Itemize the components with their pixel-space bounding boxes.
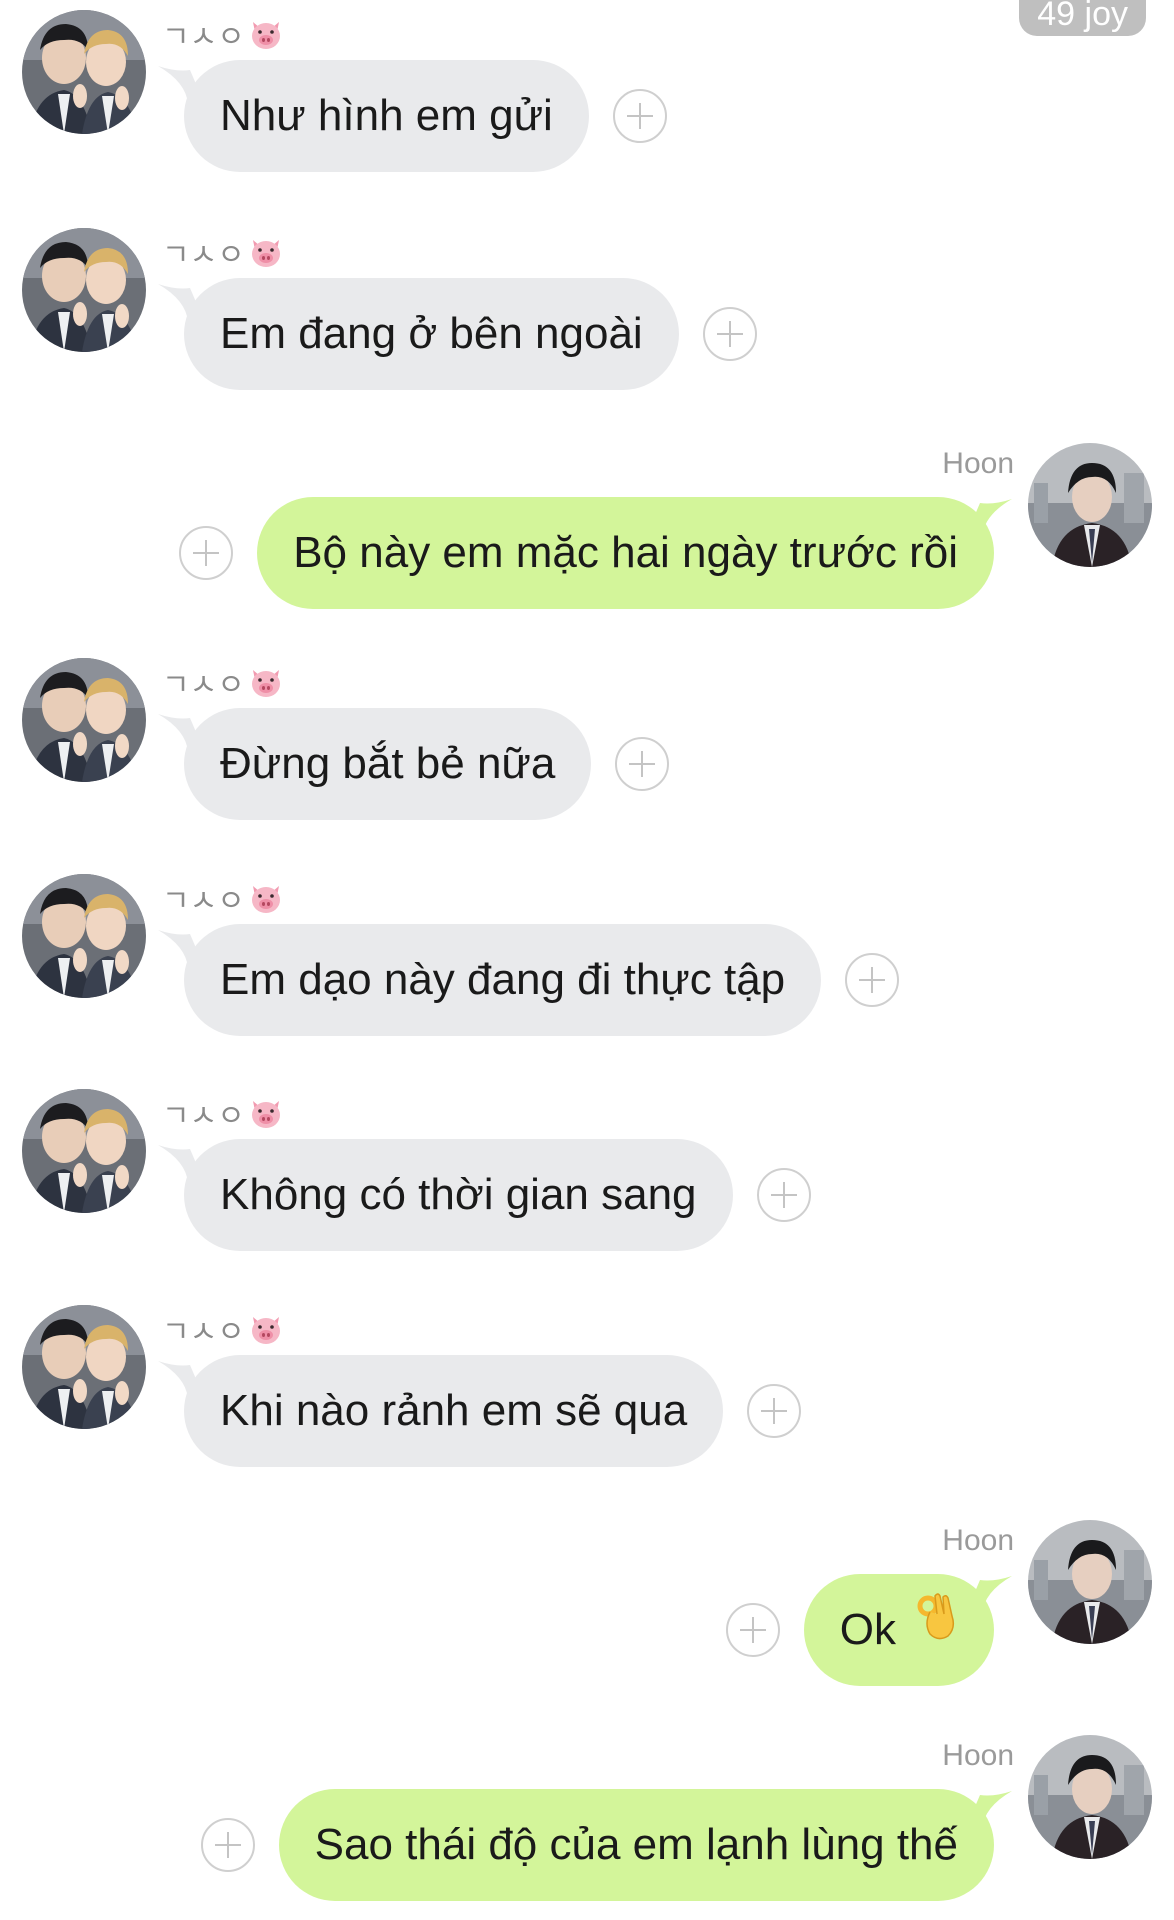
avatar-other[interactable] [22, 10, 146, 134]
ok-hand-icon [914, 1572, 958, 1684]
message-bubble[interactable]: Em đang ở bên ngoài [184, 278, 679, 390]
sender-name: ㄱㅅㅇ [162, 12, 283, 59]
add-reaction-icon[interactable] [747, 1384, 801, 1438]
sender-name: ㄱㅅㅇ [162, 876, 283, 923]
sender-name: ㄱㅅㅇ [162, 1091, 283, 1138]
pig-face-icon [249, 667, 283, 707]
message-row: Hoon Ok [0, 1520, 1174, 1690]
message-bubble[interactable]: Sao thái độ của em lạnh lùng thế [278, 1789, 994, 1901]
sender-name: Hoon [942, 447, 1014, 480]
pig-face-icon [249, 883, 283, 923]
sender-name: Hoon [942, 1739, 1014, 1772]
chat-view: 49 joy ㄱㅅㅇ Như hình em gửi ㄱㅅㅇ Em đang ở… [0, 0, 1174, 1920]
message-row: Hoon Sao thái độ của em lạnh lùng thế [0, 1735, 1174, 1905]
message-bubble[interactable]: Ok [803, 1572, 994, 1686]
add-reaction-icon[interactable] [615, 737, 669, 791]
avatar-self[interactable] [1028, 1520, 1152, 1644]
add-reaction-icon[interactable] [726, 1603, 780, 1657]
avatar-other[interactable] [22, 1089, 146, 1213]
add-reaction-icon[interactable] [613, 89, 667, 143]
add-reaction-icon[interactable] [201, 1818, 255, 1872]
avatar-other[interactable] [22, 874, 146, 998]
message-row: ㄱㅅㅇ Em đang ở bên ngoài [0, 228, 1174, 398]
message-bubble[interactable]: Em dạo này đang đi thực tập [184, 924, 822, 1036]
avatar-other[interactable] [22, 658, 146, 782]
pig-face-icon [249, 1098, 283, 1138]
pig-face-icon [249, 237, 283, 277]
pig-face-icon [249, 19, 283, 59]
add-reaction-icon[interactable] [845, 953, 899, 1007]
sender-name: Hoon [942, 1524, 1014, 1557]
message-bubble[interactable]: Khi nào rảnh em sẽ qua [184, 1355, 724, 1467]
message-bubble[interactable]: Bộ này em mặc hai ngày trước rồi [257, 497, 994, 609]
avatar-self[interactable] [1028, 443, 1152, 567]
message-row: ㄱㅅㅇ Không có thời gian sang [0, 1089, 1174, 1259]
message-row: Hoon Bộ này em mặc hai ngày trước rồi [0, 443, 1174, 613]
avatar-other[interactable] [22, 228, 146, 352]
sender-name: ㄱㅅㅇ [162, 230, 283, 277]
message-row: ㄱㅅㅇ Khi nào rảnh em sẽ qua [0, 1305, 1174, 1475]
message-bubble[interactable]: Không có thời gian sang [184, 1139, 733, 1251]
message-bubble[interactable]: Đừng bắt bẻ nữa [184, 708, 592, 820]
add-reaction-icon[interactable] [179, 526, 233, 580]
sender-name: ㄱㅅㅇ [162, 1307, 283, 1354]
message-row: ㄱㅅㅇ Em dạo này đang đi thực tập [0, 874, 1174, 1044]
sender-name: ㄱㅅㅇ [162, 660, 283, 707]
message-row: ㄱㅅㅇ Như hình em gửi [0, 10, 1174, 180]
message-bubble[interactable]: Như hình em gửi [184, 60, 589, 172]
add-reaction-icon[interactable] [703, 307, 757, 361]
avatar-self[interactable] [1028, 1735, 1152, 1859]
pig-face-icon [249, 1314, 283, 1354]
add-reaction-icon[interactable] [757, 1168, 811, 1222]
avatar-other[interactable] [22, 1305, 146, 1429]
message-row: ㄱㅅㅇ Đừng bắt bẻ nữa [0, 658, 1174, 828]
message-text: Ok [839, 1605, 896, 1654]
